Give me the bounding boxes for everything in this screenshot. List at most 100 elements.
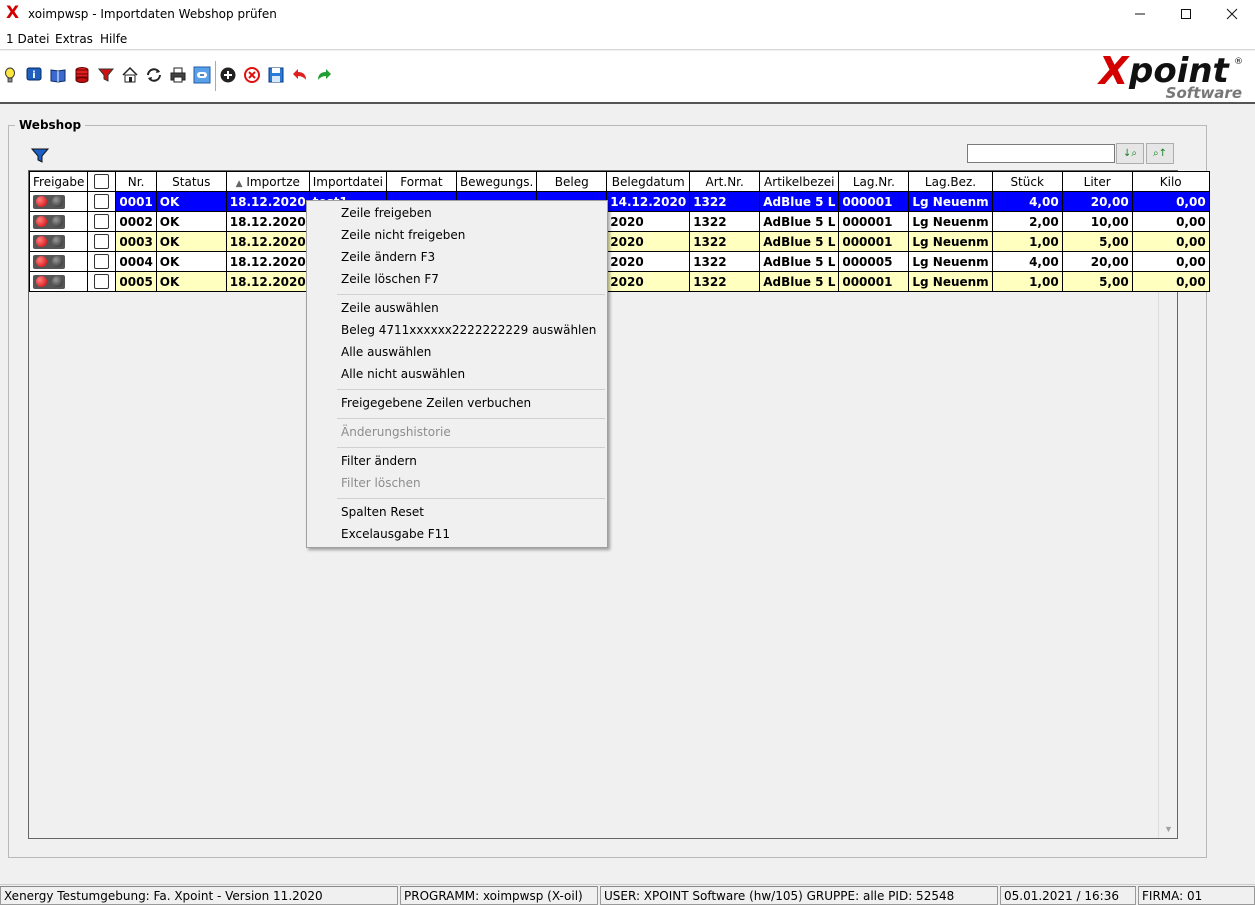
context-menu-item[interactable]: Zeile ändern F3 bbox=[341, 250, 435, 264]
book-icon[interactable] bbox=[48, 65, 68, 85]
col-belegdatum[interactable]: Belegdatum bbox=[606, 171, 691, 192]
light-red-icon bbox=[35, 236, 47, 248]
connect-icon[interactable] bbox=[192, 65, 212, 85]
context-menu-separator bbox=[337, 418, 605, 419]
cell-belegdatum: 14.12.2020 bbox=[606, 191, 691, 212]
cell-kilo: 0,00 bbox=[1131, 191, 1210, 212]
context-menu-item[interactable]: Zeile freigeben bbox=[341, 206, 432, 220]
select-cell[interactable] bbox=[87, 211, 117, 232]
context-menu-item[interactable]: Freigegebene Zeilen verbuchen bbox=[341, 396, 531, 410]
home-icon[interactable] bbox=[120, 65, 140, 85]
select-cell[interactable] bbox=[87, 251, 117, 272]
cell-lagbez: Lg Neuenm bbox=[908, 271, 993, 292]
table-row[interactable]: 0001OK18.12.2020test114.12.20201322AdBlu… bbox=[28, 191, 1210, 212]
cell-importzeit: 18.12.2020 bbox=[225, 231, 310, 252]
table-row[interactable]: 0004OK18.12.2020tes20201322AdBlue 5 L000… bbox=[28, 251, 1210, 272]
context-menu-item[interactable]: Beleg 4711xxxxxx2222222229 auswählen bbox=[341, 323, 596, 337]
row-checkbox[interactable] bbox=[94, 254, 110, 269]
col-liter[interactable]: Liter bbox=[1061, 171, 1133, 192]
cell-nr: 0005 bbox=[115, 271, 157, 292]
context-menu-item[interactable]: Alle nicht auswählen bbox=[341, 367, 465, 381]
cell-importzeit: 18.12.2020 bbox=[225, 271, 310, 292]
row-checkbox[interactable] bbox=[94, 234, 110, 249]
undo-icon[interactable] bbox=[290, 65, 310, 85]
table-row[interactable]: 0003OK18.12.2020tes20201322AdBlue 5 L000… bbox=[28, 231, 1210, 252]
col-lagnr[interactable]: Lag.Nr. bbox=[838, 171, 910, 192]
refresh-icon[interactable] bbox=[144, 65, 164, 85]
cell-kilo: 0,00 bbox=[1131, 211, 1210, 232]
light-red-icon bbox=[35, 276, 47, 288]
info-icon[interactable]: i bbox=[24, 65, 44, 85]
col-stueck[interactable]: Stück bbox=[991, 171, 1063, 192]
col-bewegung[interactable]: Bewegungs. bbox=[455, 171, 538, 192]
freigabe-cell[interactable] bbox=[28, 271, 89, 292]
cell-liter: 5,00 bbox=[1061, 231, 1133, 252]
status-program: PROGRAMM: xoimpwsp (X-oil) bbox=[400, 886, 598, 905]
scroll-down-icon[interactable]: ▼ bbox=[1159, 821, 1178, 838]
table-row[interactable]: 0005OK18.12.2020tes20201322AdBlue 5 L000… bbox=[28, 271, 1210, 292]
cell-stueck: 1,00 bbox=[991, 231, 1063, 252]
app-logo-icon: X bbox=[6, 3, 20, 23]
search-prev-button[interactable]: ⌕↑ bbox=[1146, 143, 1174, 164]
cell-lagnr: 000005 bbox=[838, 251, 910, 272]
select-cell[interactable] bbox=[87, 191, 117, 212]
table-row[interactable]: 0002OK18.12.2020tes20201322AdBlue 5 L000… bbox=[28, 211, 1210, 232]
database-icon[interactable] bbox=[72, 65, 92, 85]
context-menu-item[interactable]: Zeile auswählen bbox=[341, 301, 439, 315]
row-checkbox[interactable] bbox=[94, 274, 110, 289]
save-icon[interactable] bbox=[266, 65, 286, 85]
cell-artnr: 1322 bbox=[689, 271, 761, 292]
context-menu-item[interactable]: Alle auswählen bbox=[341, 345, 431, 359]
menu-extras[interactable]: Extras bbox=[55, 32, 93, 46]
light-red-icon bbox=[35, 256, 47, 268]
col-artnr[interactable]: Art.Nr. bbox=[689, 171, 761, 192]
close-button[interactable] bbox=[1209, 0, 1255, 28]
col-freigabe[interactable]: Freigabe bbox=[28, 171, 89, 192]
cell-lagbez: Lg Neuenm bbox=[908, 231, 993, 252]
menu-datei[interactable]: 1 Datei bbox=[6, 32, 49, 46]
context-menu-item[interactable]: Zeile löschen F7 bbox=[341, 272, 439, 286]
delete-icon[interactable] bbox=[242, 65, 262, 85]
maximize-button[interactable] bbox=[1163, 0, 1209, 28]
filter-icon[interactable] bbox=[96, 65, 116, 85]
status-environment: Xenergy Testumgebung: Fa. Xpoint - Versi… bbox=[0, 886, 398, 905]
cell-liter: 20,00 bbox=[1061, 191, 1133, 212]
row-checkbox[interactable] bbox=[94, 194, 110, 209]
context-menu-item[interactable]: Zeile nicht freigeben bbox=[341, 228, 465, 242]
grid-filter-icon[interactable] bbox=[30, 146, 50, 164]
print-icon[interactable] bbox=[168, 65, 188, 85]
lightbulb-icon[interactable] bbox=[0, 65, 20, 85]
search-next-icon: ↓⌕ bbox=[1123, 148, 1137, 159]
freigabe-cell[interactable] bbox=[28, 211, 89, 232]
group-title: Webshop bbox=[15, 118, 86, 132]
freigabe-cell[interactable] bbox=[28, 251, 89, 272]
select-cell[interactable] bbox=[87, 271, 117, 292]
cell-nr: 0003 bbox=[115, 231, 157, 252]
select-cell[interactable] bbox=[87, 231, 117, 252]
col-kilo[interactable]: Kilo bbox=[1131, 171, 1210, 192]
status-bar: Xenergy Testumgebung: Fa. Xpoint - Versi… bbox=[0, 884, 1255, 905]
cell-belegdatum: 2020 bbox=[606, 211, 691, 232]
col-format[interactable]: Format bbox=[385, 171, 457, 192]
freigabe-cell[interactable] bbox=[28, 191, 89, 212]
col-nr[interactable]: Nr. bbox=[115, 171, 157, 192]
freigabe-cell[interactable] bbox=[28, 231, 89, 252]
minimize-button[interactable] bbox=[1117, 0, 1163, 28]
col-beleg[interactable]: Beleg bbox=[536, 171, 608, 192]
select-all-checkbox[interactable] bbox=[94, 174, 110, 189]
add-icon[interactable] bbox=[218, 65, 238, 85]
search-next-button[interactable]: ↓⌕ bbox=[1116, 143, 1144, 164]
col-importzeit[interactable]: ▲ Importze bbox=[225, 171, 310, 192]
context-menu-item[interactable]: Spalten Reset bbox=[341, 505, 424, 519]
redo-icon[interactable] bbox=[314, 65, 334, 85]
col-select-all[interactable] bbox=[87, 171, 117, 192]
search-input[interactable] bbox=[967, 144, 1115, 163]
context-menu-item[interactable]: Excelausgabe F11 bbox=[341, 527, 450, 541]
row-checkbox[interactable] bbox=[94, 214, 110, 229]
col-status[interactable]: Status bbox=[155, 171, 227, 192]
context-menu-item[interactable]: Filter ändern bbox=[341, 454, 417, 468]
col-lagbez[interactable]: Lag.Bez. bbox=[908, 171, 993, 192]
col-artikel[interactable]: Artikelbezei bbox=[759, 171, 840, 192]
menu-hilfe[interactable]: Hilfe bbox=[100, 32, 127, 46]
col-importdatei[interactable]: Importdatei bbox=[308, 171, 387, 192]
